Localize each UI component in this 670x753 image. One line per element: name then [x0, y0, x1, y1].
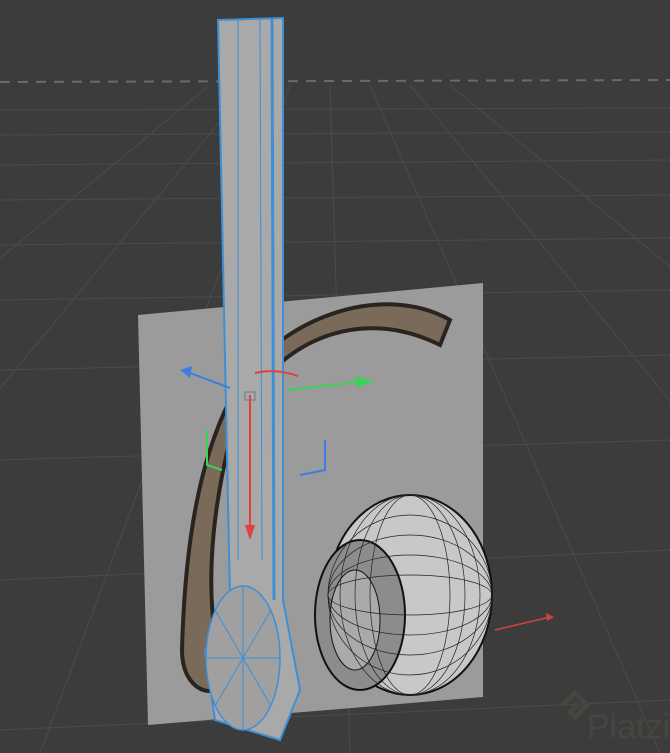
world-x-axis-indicator — [494, 613, 554, 631]
horizon-axis-line — [0, 79, 670, 83]
watermark: Platzi — [525, 708, 670, 747]
3d-viewport[interactable]: Platzi — [0, 0, 670, 753]
watermark-text: Platzi — [586, 708, 670, 746]
scene — [0, 16, 670, 753]
